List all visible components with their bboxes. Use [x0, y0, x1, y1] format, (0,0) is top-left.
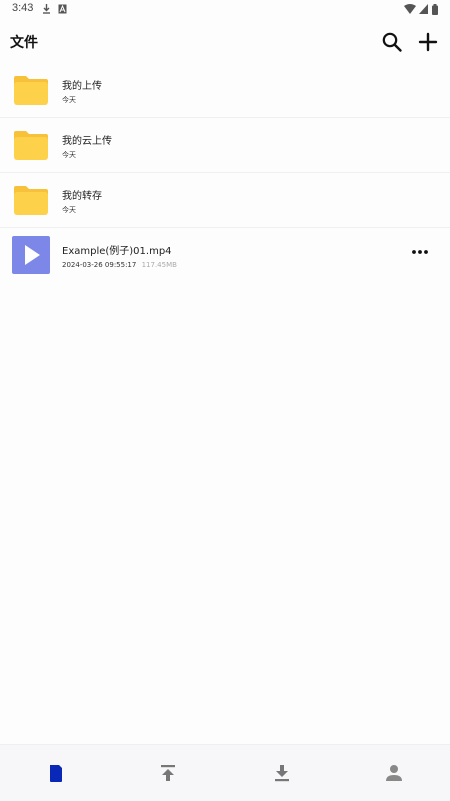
file-meta: 2024-03-26 09:55:17 117.45MB	[62, 261, 177, 269]
folder-name: 我的云上传	[62, 136, 112, 147]
tab-files-icon[interactable]	[44, 761, 68, 785]
more-options-icon[interactable]	[408, 244, 432, 260]
file-size: 117.45MB	[141, 261, 177, 269]
page-title: 文件	[10, 35, 38, 51]
signal-icon	[419, 4, 428, 14]
folder-row-saved[interactable]: 我的转存 今天	[0, 173, 450, 228]
folder-name: 我的转存	[62, 191, 102, 202]
file-row-video[interactable]: Example(例子)01.mp4 2024-03-26 09:55:17 11…	[0, 228, 450, 284]
folder-row-cloud-uploads[interactable]: 我的云上传 今天	[0, 118, 450, 173]
folder-icon	[14, 131, 48, 160]
folder-date: 今天	[62, 96, 76, 104]
folder-row-uploads[interactable]: 我的上传 今天	[0, 63, 450, 118]
battery-icon	[432, 4, 438, 15]
a-icon	[58, 4, 67, 14]
video-thumbnail	[12, 236, 50, 274]
download-icon	[43, 4, 50, 14]
wifi-icon	[404, 4, 416, 14]
app-header: 文件	[0, 24, 450, 60]
tab-upload-icon[interactable]	[156, 761, 180, 785]
status-bar: 3:43	[0, 0, 450, 20]
file-timestamp: 2024-03-26 09:55:17	[62, 261, 137, 269]
folder-icon	[14, 76, 48, 105]
folder-date: 今天	[62, 151, 76, 159]
search-icon[interactable]	[380, 30, 404, 54]
status-time: 3:43	[12, 2, 34, 14]
folder-date: 今天	[62, 206, 76, 214]
folder-name: 我的上传	[62, 81, 102, 92]
tab-download-icon[interactable]	[270, 761, 294, 785]
tab-profile-icon[interactable]	[382, 761, 406, 785]
file-name: Example(例子)01.mp4	[62, 246, 172, 257]
file-list: 我的上传 今天 我的云上传 今天 我的转存 今天 Example(例子)01.m…	[0, 63, 450, 284]
folder-icon	[14, 186, 48, 215]
bottom-tab-bar	[0, 744, 450, 801]
plus-icon[interactable]	[416, 30, 440, 54]
